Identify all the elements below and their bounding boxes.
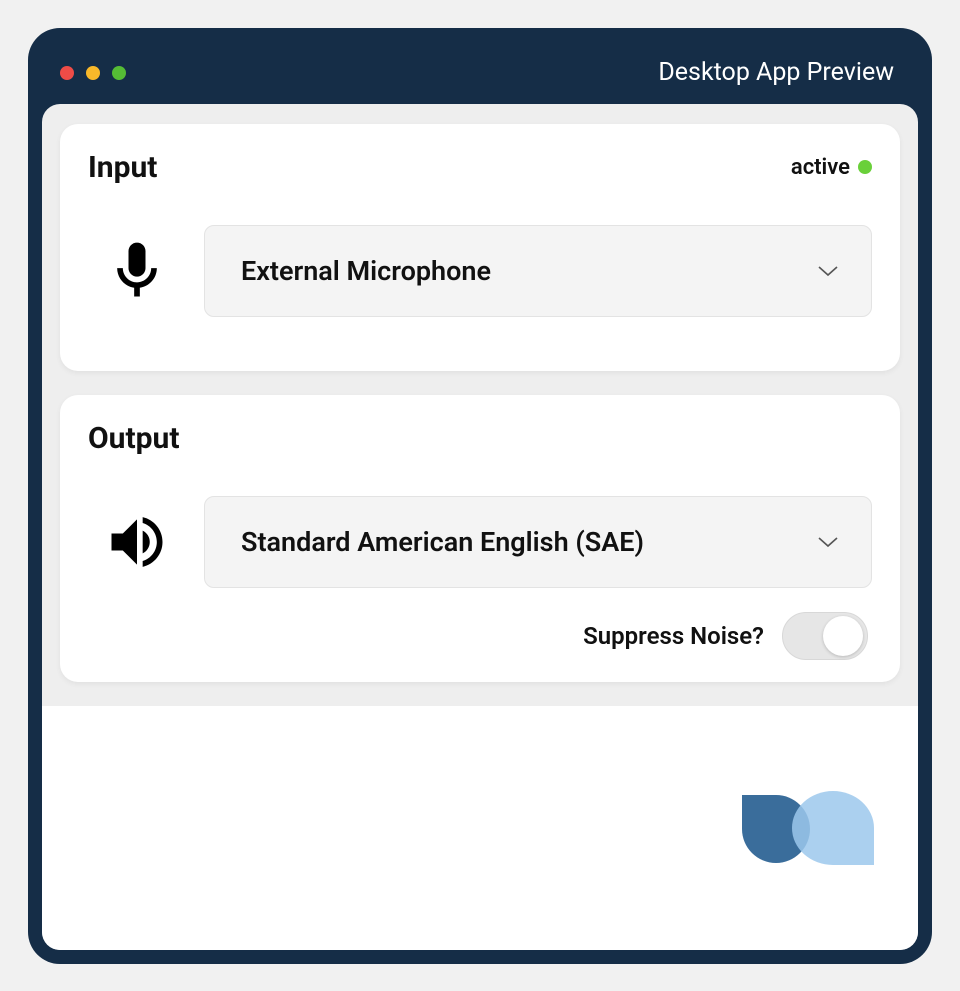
input-card-header: Input active — [88, 150, 872, 185]
output-card: Output Standard American English (SAE) S… — [60, 395, 900, 682]
suppress-noise-toggle[interactable] — [782, 612, 868, 660]
window-title: Desktop App Preview — [658, 58, 894, 87]
speaker-icon — [98, 508, 176, 576]
output-title: Output — [88, 421, 179, 456]
input-device-selected: External Microphone — [241, 255, 491, 287]
microphone-icon — [98, 237, 176, 305]
chevron-down-icon — [817, 265, 839, 277]
titlebar: Desktop App Preview — [42, 42, 918, 104]
footer — [42, 706, 918, 950]
input-title: Input — [88, 150, 157, 185]
toggle-knob — [823, 616, 863, 656]
input-card: Input active External Microphone — [60, 124, 900, 371]
input-control-row: External Microphone — [88, 225, 872, 317]
minimize-window-button[interactable] — [86, 66, 100, 80]
close-window-button[interactable] — [60, 66, 74, 80]
output-control-row: Standard American English (SAE) — [88, 496, 872, 588]
input-device-select[interactable]: External Microphone — [204, 225, 872, 317]
suppress-noise-row: Suppress Noise? — [88, 612, 872, 660]
maximize-window-button[interactable] — [112, 66, 126, 80]
input-status: active — [791, 155, 872, 180]
app-window: Desktop App Preview Input active Externa… — [28, 28, 932, 964]
content-area: Input active External Microphone Output — [42, 104, 918, 950]
status-active-icon — [858, 160, 872, 174]
chevron-down-icon — [817, 536, 839, 548]
window-controls — [60, 66, 126, 80]
input-status-label: active — [791, 155, 850, 180]
suppress-noise-label: Suppress Noise? — [583, 622, 764, 650]
output-voice-selected: Standard American English (SAE) — [241, 526, 644, 558]
output-voice-select[interactable]: Standard American English (SAE) — [204, 496, 872, 588]
output-card-header: Output — [88, 421, 872, 456]
brand-logo-icon — [742, 785, 882, 865]
